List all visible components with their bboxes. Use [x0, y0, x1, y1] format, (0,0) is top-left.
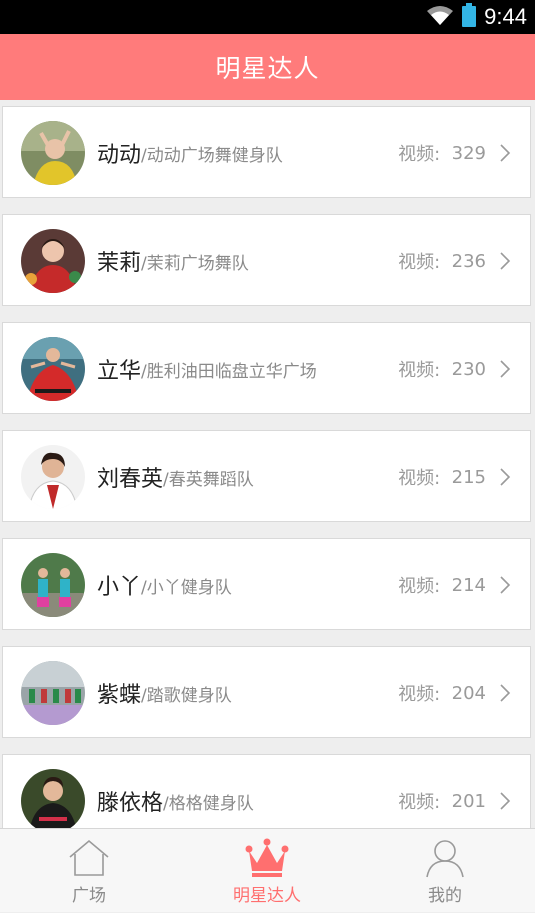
video-count: 视频: 214 [398, 539, 486, 631]
person-name: 滕依格 [97, 791, 164, 816]
chevron-right-icon [500, 360, 511, 378]
name-line: 立华 /胜利油田临盘立华广场 [97, 323, 317, 415]
video-count: 视频: 204 [398, 647, 486, 739]
video-label: 视频: [398, 576, 441, 597]
team-name: /小丫健身队 [141, 577, 232, 598]
team-name: /动动广场舞健身队 [141, 145, 283, 166]
chevron-right-icon [500, 468, 511, 486]
chevron-right-icon [500, 684, 511, 702]
crown-icon [245, 838, 289, 877]
list-item[interactable]: 小丫 /小丫健身队 视频: 214 [2, 538, 531, 630]
video-number: 204 [451, 682, 486, 704]
name-line: 茉莉 /茉莉广场舞队 [97, 215, 249, 307]
tab-label: 我的 [428, 886, 462, 906]
person-name: 小丫 [97, 575, 142, 600]
tab-square[interactable]: 广场 [0, 829, 178, 913]
list-item[interactable]: 紫蝶 /踏歌健身队 视频: 204 [2, 646, 531, 738]
header-bar: 明星达人 [0, 34, 535, 100]
name-line: 小丫 /小丫健身队 [97, 539, 232, 631]
person-name: 紫蝶 [97, 683, 142, 708]
tab-label: 广场 [72, 886, 106, 906]
home-icon [69, 839, 109, 876]
avatar [21, 121, 85, 185]
person-name: 茉莉 [97, 251, 142, 276]
video-label: 视频: [398, 144, 441, 165]
team-name: /胜利油田临盘立华广场 [141, 361, 317, 382]
avatar [21, 553, 85, 617]
tab-mine[interactable]: 我的 [356, 829, 534, 913]
status-bar: 9:44 [0, 0, 535, 34]
name-line: 动动 /动动广场舞健身队 [97, 107, 283, 199]
person-name: 立华 [97, 359, 142, 384]
video-count: 视频: 236 [398, 215, 486, 307]
video-number: 236 [451, 250, 486, 272]
status-icons: 9:44 [426, 0, 527, 34]
avatar [21, 229, 85, 293]
page-title: 明星达人 [215, 54, 320, 83]
status-time: 9:44 [484, 4, 527, 29]
video-number: 215 [451, 466, 486, 488]
list-item[interactable]: 刘春英 /春英舞蹈队 视频: 215 [2, 430, 531, 522]
avatar [21, 661, 85, 725]
team-name: /踏歌健身队 [141, 685, 232, 706]
video-number: 329 [451, 142, 486, 164]
tab-star-talent[interactable]: 明星达人 [178, 829, 356, 913]
list-item[interactable]: 立华 /胜利油田临盘立华广场 视频: 230 [2, 322, 531, 414]
person-icon [426, 840, 464, 878]
video-label: 视频: [398, 684, 441, 705]
video-label: 视频: [398, 468, 441, 489]
name-line: 紫蝶 /踏歌健身队 [97, 647, 232, 739]
battery-icon [462, 3, 477, 31]
avatar [21, 445, 85, 509]
video-number: 214 [451, 574, 486, 596]
name-line: 刘春英 /春英舞蹈队 [97, 431, 254, 523]
avatar [21, 769, 85, 833]
video-label: 视频: [398, 360, 441, 381]
person-name: 刘春英 [97, 467, 164, 492]
video-count: 视频: 230 [398, 323, 486, 415]
video-number: 201 [451, 790, 486, 812]
avatar [21, 337, 85, 401]
chevron-right-icon [500, 252, 511, 270]
video-count: 视频: 215 [398, 431, 486, 523]
video-label: 视频: [398, 252, 441, 273]
team-name: /茉莉广场舞队 [141, 253, 249, 274]
video-number: 230 [451, 358, 486, 380]
chevron-right-icon [500, 576, 511, 594]
video-count: 视频: 329 [398, 107, 486, 199]
wifi-icon [426, 4, 454, 30]
chevron-right-icon [500, 792, 511, 810]
person-name: 动动 [97, 143, 142, 168]
chevron-right-icon [500, 144, 511, 162]
team-name: /格格健身队 [163, 793, 254, 814]
team-name: /春英舞蹈队 [163, 469, 254, 490]
bottom-tab-bar: 广场 明星达人 我的 [0, 828, 535, 912]
list-item[interactable]: 茉莉 /茉莉广场舞队 视频: 236 [2, 214, 531, 306]
video-label: 视频: [398, 792, 441, 813]
list-item[interactable]: 动动 /动动广场舞健身队 视频: 329 [2, 106, 531, 198]
tab-label: 明星达人 [233, 886, 301, 906]
